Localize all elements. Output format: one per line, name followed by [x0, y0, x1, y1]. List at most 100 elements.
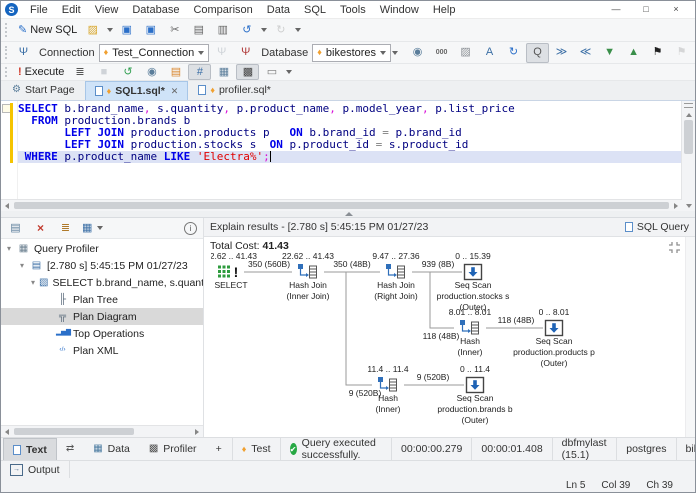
sql-query-label[interactable]: SQL Query	[637, 221, 689, 233]
tab-profiler-result[interactable]: ▩ Profiler	[140, 439, 207, 460]
menu-file[interactable]: File	[23, 3, 55, 17]
menu-comparison[interactable]: Comparison	[186, 3, 259, 17]
save-icon[interactable]: ▣	[115, 20, 138, 40]
redo-dropdown[interactable]	[293, 28, 302, 32]
execute-options-dropdown[interactable]	[284, 70, 293, 74]
indent-icon[interactable]: ≫	[550, 43, 573, 63]
horizontal-splitter[interactable]	[1, 211, 695, 218]
tab-text[interactable]: Text	[3, 438, 57, 460]
snippets-icon[interactable]: ▨	[454, 43, 477, 63]
scroll-left-icon[interactable]	[1, 426, 13, 437]
scroll-left-icon[interactable]	[1, 200, 13, 211]
node-select[interactable]: 22.62 .. 41.43!SELECT	[211, 252, 257, 290]
expanded-arrow-icon[interactable]: ▾	[31, 278, 35, 287]
scroll-down-icon[interactable]	[682, 201, 695, 211]
import-icon[interactable]: ▼	[598, 43, 621, 63]
info-icon[interactable]: i	[184, 222, 197, 235]
horizontal-scroll-thumb[interactable]	[14, 428, 134, 435]
disconnect-icon[interactable]: Ψ	[234, 43, 257, 63]
results-grid-icon[interactable]: ▦	[212, 64, 235, 80]
toolbar-grip[interactable]	[5, 46, 7, 59]
profiler-horizontal-scrollbar[interactable]	[1, 425, 203, 437]
plan-diagram[interactable]: 350 (560B)350 (48B)939 (8B)118 (48B)118 …	[211, 252, 681, 442]
close-button[interactable]: ×	[661, 2, 691, 17]
scroll-up-icon[interactable]	[682, 110, 695, 120]
tree-item-top-operations[interactable]: ▂▅▇Top Operations	[1, 325, 203, 342]
tree-item-plan-tree[interactable]: ╟Plan Tree	[1, 291, 203, 308]
export-icon[interactable]: ▲	[622, 43, 645, 63]
split-editor-handle[interactable]	[684, 103, 693, 108]
bookmark-icon[interactable]: ⚑	[646, 43, 669, 63]
node-hash-join-right[interactable]: 9.47 .. 27.36Hash Join(Right Join)	[372, 252, 420, 301]
undo-dropdown[interactable]	[259, 28, 268, 32]
tree-item-result[interactable]: ▾▤[2.780 s] 5:45:15 PM 01/27/23	[1, 257, 203, 274]
tree-item-plan-diagram[interactable]: ╦Plan Diagram	[1, 308, 203, 325]
new-connection-icon[interactable]: Ψ	[12, 43, 35, 63]
delete-result-icon[interactable]: ×	[29, 218, 52, 238]
profiler-mode-icon[interactable]: ▩	[236, 64, 259, 80]
document-view-icon[interactable]: ◉	[406, 43, 429, 63]
menu-edit[interactable]: Edit	[55, 3, 88, 17]
tab-close-icon[interactable]: ✕	[171, 86, 179, 97]
query-analyzer-icon[interactable]: ◉	[140, 64, 163, 80]
diagram-vertical-scrollbar[interactable]	[685, 237, 695, 437]
tab-data[interactable]: ▦ Data	[84, 439, 140, 460]
editor-vertical-scrollbar[interactable]	[681, 101, 695, 211]
paste-icon[interactable]: ▥	[211, 20, 234, 40]
sql-editor[interactable]: SELECT b.brand_name, s.quantity, p.produ…	[1, 101, 695, 211]
execute-button[interactable]: !Execute	[15, 64, 67, 80]
save-all-icon[interactable]: ▣	[139, 20, 162, 40]
compare-results-icon[interactable]: ≣	[54, 218, 77, 238]
collapse-panel-icon[interactable]	[345, 212, 353, 216]
vertical-scroll-thumb[interactable]	[684, 120, 693, 154]
tab-sql1[interactable]: ♦ SQL1.sql* ✕	[85, 81, 189, 100]
menu-data[interactable]: Data	[260, 3, 297, 17]
tab-output[interactable]: → Output	[1, 461, 70, 478]
cut-icon[interactable]: ✂	[163, 20, 186, 40]
toolbar-grip[interactable]	[5, 23, 10, 36]
profiler-options-dropdown[interactable]	[95, 226, 104, 230]
line-numbers-icon[interactable]: 000	[430, 43, 453, 63]
history-icon[interactable]: ↺	[116, 64, 139, 80]
tree-item-query-profiler[interactable]: ▾▦Query Profiler	[1, 240, 203, 257]
open-file-icon[interactable]: ▨	[81, 20, 104, 40]
database-combo[interactable]: ♦bikestores	[312, 44, 391, 62]
execute-script-icon[interactable]: ≣	[68, 64, 91, 80]
undo-icon[interactable]: ↺	[235, 20, 258, 40]
sql-lookup-icon[interactable]: Q	[526, 43, 549, 63]
scroll-right-icon[interactable]	[670, 200, 682, 211]
editor-code-area[interactable]: SELECT b.brand_name, s.quantity, p.produ…	[18, 101, 681, 211]
new-window-icon[interactable]: ▭	[260, 64, 283, 80]
menu-view[interactable]: View	[88, 3, 126, 17]
open-result-icon[interactable]: ▤	[4, 218, 27, 238]
refresh-icon[interactable]: ↻	[502, 43, 525, 63]
menu-database[interactable]: Database	[125, 3, 186, 17]
expanded-arrow-icon[interactable]: ▾	[5, 244, 13, 253]
tab-profiler[interactable]: ♦ profiler.sql*	[188, 80, 281, 100]
node-hash-join-inner[interactable]: 22.62 .. 41.43Hash Join(Inner Join)	[282, 252, 334, 301]
copy-icon[interactable]: ▤	[187, 20, 210, 40]
plan-diagram-canvas[interactable]: Total Cost: 41.43 350 (560B)350 (48B)939…	[204, 237, 695, 437]
menu-help[interactable]: Help	[426, 3, 463, 17]
tree-item-query[interactable]: ▾▧SELECT b.brand_name, s.quantity, p.pro…	[1, 274, 203, 291]
format-case-icon[interactable]: A	[478, 43, 501, 63]
menu-window[interactable]: Window	[373, 3, 426, 17]
combo-dropdown-icon[interactable]	[380, 51, 386, 55]
maximize-button[interactable]: □	[631, 2, 661, 17]
combo-dropdown-icon[interactable]	[198, 51, 204, 55]
tree-item-plan-xml[interactable]: ‹/›Plan XML	[1, 342, 203, 359]
toolbar-grip[interactable]	[5, 67, 10, 77]
outdent-icon[interactable]: ≪	[574, 43, 597, 63]
swap-layout-button[interactable]: ⇄	[57, 439, 84, 460]
menu-tools[interactable]: Tools	[333, 3, 373, 17]
editor-horizontal-scrollbar[interactable]	[1, 199, 682, 211]
tab-start-page[interactable]: ⚙ Start Page	[2, 80, 85, 100]
menu-sql[interactable]: SQL	[297, 3, 333, 17]
expanded-arrow-icon[interactable]: ▾	[18, 261, 26, 270]
connection-combo[interactable]: ♦Test_Connection	[99, 44, 210, 62]
scroll-right-icon[interactable]	[191, 426, 203, 437]
generate-script-icon[interactable]: ▤	[164, 64, 187, 80]
editor-line-5[interactable]: WHERE p.product_name LIKE 'Electra%';	[18, 151, 681, 163]
open-file-dropdown[interactable]	[105, 28, 114, 32]
horizontal-scroll-thumb[interactable]	[14, 202, 669, 209]
